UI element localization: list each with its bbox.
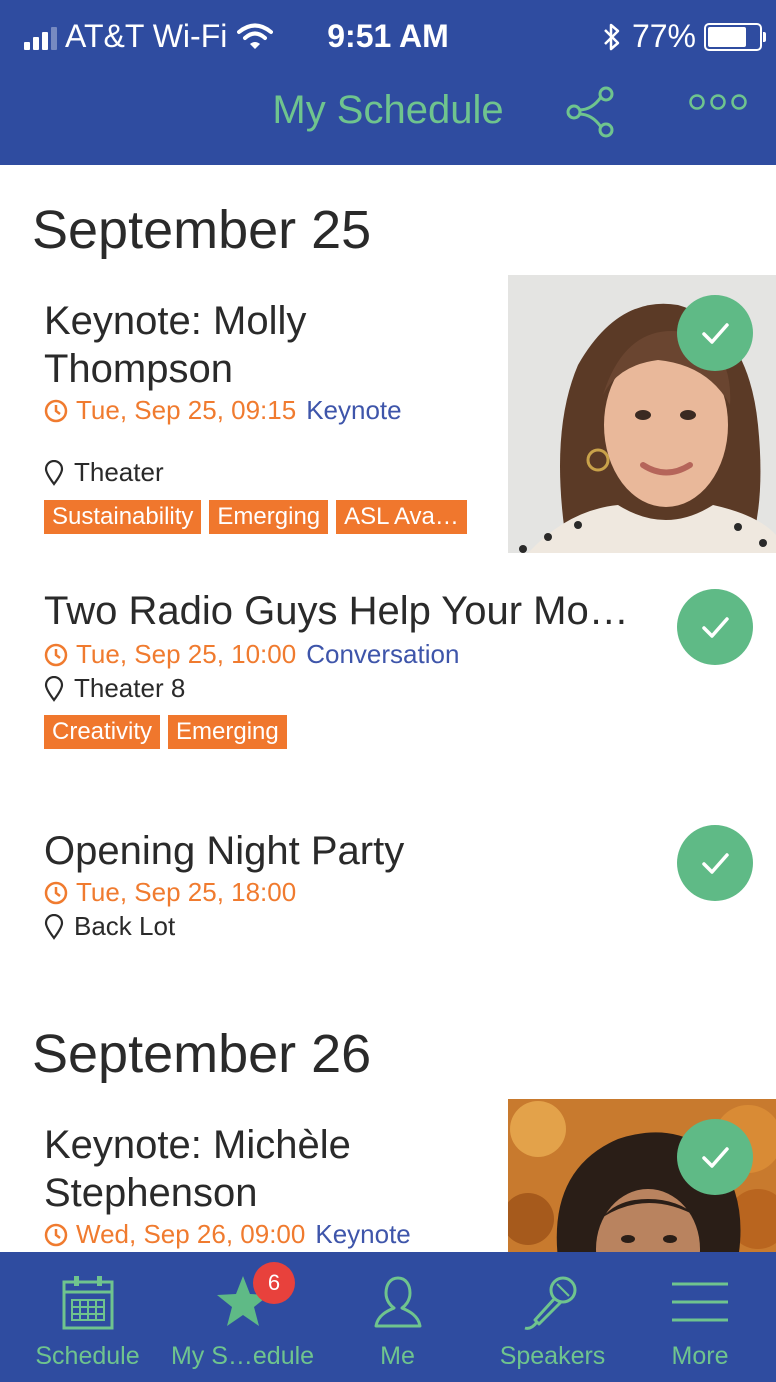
saved-check-button[interactable] — [677, 295, 753, 371]
tab-more[interactable]: More — [630, 1252, 770, 1382]
session-location: Theater — [44, 457, 164, 488]
schedule-list[interactable]: September 25 Keynote: Molly Thompson Tue… — [0, 165, 776, 1253]
day-heading: September 25 — [32, 200, 372, 260]
session-title-line2: Thompson — [44, 347, 233, 391]
check-icon — [702, 323, 729, 344]
clock-icon — [44, 1223, 68, 1246]
tab-schedule[interactable]: Schedule — [10, 1252, 165, 1382]
session-item[interactable]: Keynote: Molly Thompson Tue, Sep 25, 09:… — [0, 275, 776, 555]
tab-bar: Schedule 6 My S…edule Me Speakers More — [0, 1252, 776, 1382]
session-title: Keynote: Molly — [44, 299, 307, 343]
clock-icon — [44, 643, 68, 666]
tab-me[interactable]: Me — [320, 1252, 475, 1382]
session-location: Theater 8 — [44, 673, 185, 704]
session-track: Keynote — [315, 1219, 411, 1249]
session-time: Tue, Sep 25, 18:00 — [44, 877, 296, 908]
notification-badge: 6 — [253, 1262, 295, 1304]
location-pin-icon — [44, 675, 64, 702]
check-icon — [702, 853, 729, 874]
tab-speakers[interactable]: Speakers — [475, 1252, 630, 1382]
tab-label: My S…edule — [170, 1342, 315, 1370]
session-time: Tue, Sep 25, 09:15 Keynote — [44, 395, 402, 426]
tag[interactable]: ASL Ava… — [336, 500, 467, 534]
session-time-text: Wed, Sep 26, 09:00 — [76, 1219, 306, 1249]
session-time-text: Tue, Sep 25, 18:00 — [76, 877, 297, 907]
saved-check-button[interactable] — [677, 589, 753, 665]
day-heading: September 26 — [32, 1024, 372, 1084]
location-pin-icon — [44, 459, 64, 486]
session-location: Back Lot — [44, 911, 175, 942]
tag[interactable]: Creativity — [44, 715, 161, 749]
session-time: Wed, Sep 26, 09:00 Keynote — [44, 1219, 411, 1250]
session-track: Conversation — [306, 639, 460, 669]
tag[interactable]: Sustainability — [44, 500, 202, 534]
session-item[interactable]: Keynote: Michèle Stephenson Wed, Sep 26,… — [0, 1099, 776, 1253]
status-right: 77% — [602, 18, 766, 55]
page-title: My Schedule — [272, 88, 504, 132]
tag[interactable]: Emerging — [168, 715, 287, 749]
clock-icon — [44, 399, 68, 422]
saved-check-button[interactable] — [677, 1119, 753, 1195]
share-icon[interactable] — [562, 84, 618, 140]
status-bar: AT&T Wi-Fi 9:51 AM 77% — [0, 0, 776, 70]
tab-label: More — [671, 1342, 729, 1370]
session-title: Opening Night Party — [44, 829, 405, 873]
microphone-icon — [524, 1276, 576, 1330]
session-item[interactable]: Opening Night Party Tue, Sep 25, 18:00 B… — [0, 815, 776, 955]
location-pin-icon — [44, 913, 64, 940]
more-icon[interactable] — [688, 92, 748, 112]
check-icon — [702, 1147, 729, 1168]
session-tags: Creativity Emerging — [44, 715, 287, 749]
calendar-icon — [62, 1276, 113, 1330]
person-icon — [374, 1276, 421, 1328]
bluetooth-icon — [604, 23, 620, 50]
session-item[interactable]: Two Radio Guys Help Your Mo… Tue, Sep 25… — [0, 575, 776, 765]
session-time-text: Tue, Sep 25, 10:00 — [76, 639, 297, 669]
battery-percent: 77% — [631, 18, 696, 54]
session-title-line2: Stephenson — [44, 1171, 258, 1215]
tab-my-schedule[interactable]: 6 My S…edule — [165, 1252, 320, 1382]
session-title: Keynote: Michèle — [44, 1123, 351, 1167]
tab-label: Me — [380, 1342, 415, 1370]
session-time-text: Tue, Sep 25, 09:15 — [76, 395, 297, 425]
session-time: Tue, Sep 25, 10:00 Conversation — [44, 639, 459, 670]
tab-label: Schedule — [35, 1342, 140, 1370]
tag[interactable]: Emerging — [209, 500, 329, 534]
session-tags: Sustainability Emerging ASL Ava… — [44, 500, 467, 534]
session-title: Two Radio Guys Help Your Mo… — [44, 589, 629, 633]
session-track: Keynote — [306, 395, 402, 425]
saved-check-button[interactable] — [677, 825, 753, 901]
top-bar: AT&T Wi-Fi 9:51 AM 77% My Schedule — [0, 0, 776, 165]
tab-label: Speakers — [499, 1342, 606, 1370]
session-location-text: Back Lot — [74, 911, 176, 941]
session-location-text: Theater 8 — [74, 673, 186, 703]
battery-icon — [704, 22, 766, 51]
session-location-text: Theater — [74, 457, 164, 487]
clock-icon — [44, 881, 68, 904]
check-icon — [702, 617, 729, 638]
menu-icon — [672, 1282, 728, 1322]
